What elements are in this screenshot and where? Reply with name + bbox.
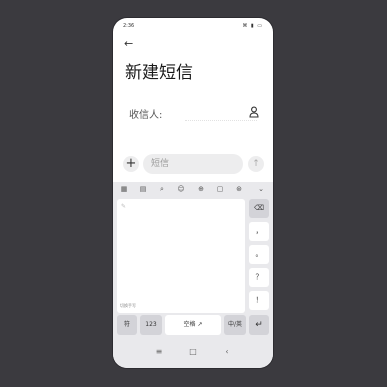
back-nav-icon[interactable]: ‹ (221, 346, 233, 358)
location-icon[interactable]: ⊕ (195, 184, 207, 194)
keyboard-layout-icon[interactable]: ▤ (137, 184, 149, 194)
phone-screen: 2:36 ⌘ ▮ ▭ ← 新建短信 收信人: + ↑ ▦ ▤ ⌕ ☺ ⊕ ▢ ⊛… (113, 18, 273, 368)
symbols-key[interactable]: 符 (117, 315, 137, 335)
keyboard: ▦ ▤ ⌕ ☺ ⊕ ▢ ⊛ ⌄ ✎ 切换手写 ⌫ ， 。 ？ ！ 符 123 空… (113, 182, 273, 368)
settings-icon[interactable]: ⊛ (233, 184, 245, 194)
back-arrow-icon[interactable]: ← (124, 38, 138, 50)
comma-key[interactable]: ， (249, 222, 269, 241)
page-title: 新建短信 (125, 63, 193, 83)
navigation-bar: ≡ □ ‹ (113, 338, 273, 368)
menu-icon[interactable]: ≡ (153, 346, 165, 358)
search-icon[interactable]: ⌕ (156, 184, 168, 194)
compose-bar: + ↑ (113, 152, 273, 176)
space-key[interactable]: 空格 ↗ (165, 315, 221, 335)
recipient-underline (185, 120, 257, 121)
keyboard-grid-icon[interactable]: ▦ (118, 184, 130, 194)
language-key[interactable]: 中/英 (224, 315, 246, 335)
exclamation-key[interactable]: ！ (249, 291, 269, 310)
home-icon[interactable]: □ (187, 346, 199, 358)
status-time: 2:36 (123, 23, 135, 29)
keyboard-bottom-row: 符 123 空格 ↗ 中/英 ↵ (113, 315, 273, 335)
collapse-keyboard-icon[interactable]: ⌄ (255, 184, 267, 194)
question-key[interactable]: ？ (249, 268, 269, 287)
status-bar: 2:36 ⌘ ▮ ▭ (113, 18, 273, 32)
send-button[interactable]: ↑ (248, 156, 264, 172)
emoji-icon[interactable]: ☺ (175, 184, 187, 194)
handwrite-hint: 切换手写 (120, 303, 136, 308)
message-input[interactable] (143, 154, 243, 174)
contact-icon[interactable] (249, 106, 259, 118)
enter-key[interactable]: ↵ (249, 315, 269, 335)
keyboard-toolbar: ▦ ▤ ⌕ ☺ ⊕ ▢ ⊛ ⌄ (113, 182, 273, 196)
backspace-key[interactable]: ⌫ (249, 199, 269, 218)
period-key[interactable]: 。 (249, 245, 269, 264)
handwriting-pad[interactable]: ✎ 切换手写 (117, 199, 245, 313)
pen-icon: ✎ (121, 203, 127, 210)
recipient-field[interactable]: 收信人: (125, 102, 261, 122)
add-attachment-button[interactable]: + (123, 156, 139, 172)
clipboard-icon[interactable]: ▢ (214, 184, 226, 194)
numbers-key[interactable]: 123 (140, 315, 162, 335)
recipient-label: 收信人: (129, 110, 163, 121)
status-icons: ⌘ ▮ ▭ (242, 23, 263, 29)
